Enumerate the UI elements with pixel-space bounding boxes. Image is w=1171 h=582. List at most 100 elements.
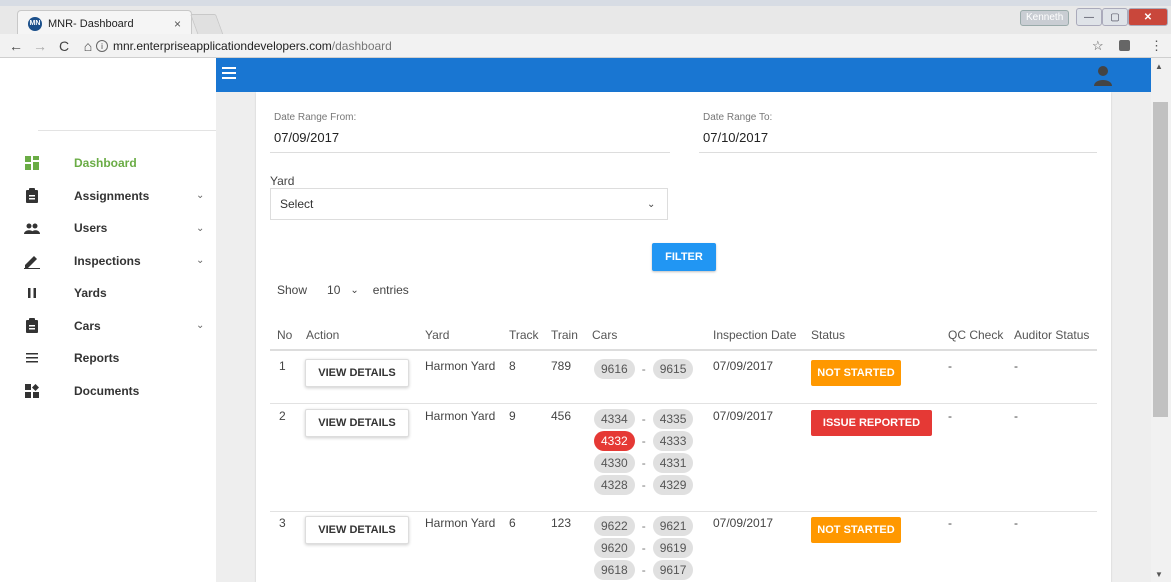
sidebar-item-users[interactable]: Users ⌄ [0, 212, 216, 245]
tab-close-icon[interactable]: × [174, 17, 181, 31]
th-inspection-date: Inspection Date [713, 328, 797, 342]
chevron-down-icon[interactable]: ⌄ [196, 255, 204, 266]
car-chip[interactable]: 4333 [652, 431, 694, 451]
row-qc-check: - [948, 359, 952, 373]
sidebar-item-assignments[interactable]: Assignments ⌄ [0, 180, 216, 213]
status-badge[interactable]: ISSUE REPORTED [811, 410, 932, 436]
scrollbar-thumb[interactable] [1153, 102, 1168, 417]
window-minimize-button[interactable]: — [1076, 8, 1102, 26]
app: Dashboard Assignments ⌄ Users ⌄ Inspections ⌄ Y… [0, 58, 1171, 582]
url-path: /dashboard [331, 39, 392, 53]
row-train: 789 [551, 359, 572, 373]
car-chip[interactable]: 4332 [594, 431, 635, 451]
row-track: 6 [509, 516, 516, 530]
row-auditor-status: - [1014, 359, 1018, 373]
home-icon[interactable]: ⌂ [80, 38, 96, 54]
yard-select[interactable]: Select ⌄ [270, 188, 668, 220]
car-pair: 9620-9619 [594, 538, 694, 558]
car-chip[interactable]: 9619 [652, 538, 694, 558]
car-chip[interactable]: 9617 [652, 560, 694, 580]
th-no: No [277, 328, 293, 342]
chevron-down-icon[interactable]: ⌄ [196, 223, 204, 234]
date-to-input[interactable]: 07/10/2017 [703, 130, 768, 145]
car-chip[interactable]: 9620 [594, 538, 635, 558]
row-yard: Harmon Yard [425, 516, 496, 530]
browser-tab[interactable]: MN MNR- Dashboard × [17, 10, 192, 36]
car-pair: 9618-9617 [594, 560, 694, 580]
view-details-button[interactable]: VIEW DETAILS [305, 516, 409, 544]
car-pair: 4332-4333 [594, 431, 694, 451]
new-tab-button[interactable] [189, 14, 225, 36]
pencil-icon [24, 253, 40, 269]
info-icon[interactable]: i [96, 40, 108, 52]
car-chip[interactable]: 4334 [594, 409, 635, 429]
filter-button[interactable]: FILTER [652, 243, 716, 271]
car-dash: - [641, 362, 646, 376]
row-inspection-date: 07/09/2017 [713, 409, 774, 423]
yard-label: Yard [270, 174, 295, 188]
th-train: Train [551, 328, 578, 342]
chevron-down-icon[interactable]: ⌄ [196, 190, 204, 201]
address-bar[interactable]: i mnr.enterpriseapplicationdevelopers.co… [96, 36, 1096, 56]
chevron-down-icon: ⌄ [647, 198, 656, 210]
chevron-down-icon[interactable]: ⌄ [196, 320, 204, 331]
row-number: 2 [279, 409, 286, 423]
sidebar-item-label: Inspections [74, 253, 141, 268]
reload-icon[interactable]: C [56, 38, 72, 54]
sidebar-item-label: Assignments [74, 188, 150, 203]
window-close-button[interactable]: ✕ [1128, 8, 1168, 26]
sidebar-item-yards[interactable]: Yards [0, 277, 216, 310]
sidebar-item-reports[interactable]: Reports [0, 342, 216, 375]
date-to-underline [699, 152, 1097, 153]
tab-title: MNR- Dashboard [48, 17, 134, 30]
user-avatar-icon[interactable] [1092, 64, 1114, 86]
window-maximize-button[interactable]: ▢ [1102, 8, 1128, 26]
entries-value: 10 [327, 283, 341, 297]
hamburger-menu-icon[interactable] [222, 67, 236, 81]
scroll-up-arrow-icon[interactable]: ▲ [1155, 62, 1163, 71]
sidebar-item-cars[interactable]: Cars ⌄ [0, 310, 216, 343]
view-details-button[interactable]: VIEW DETAILS [305, 409, 409, 437]
scroll-down-arrow-icon[interactable]: ▼ [1155, 570, 1163, 579]
car-chip[interactable]: 4329 [652, 475, 694, 495]
sidebar-nav: Dashboard Assignments ⌄ Users ⌄ Inspections ⌄ Y… [0, 147, 216, 407]
clipboard-icon [24, 318, 40, 334]
car-chip[interactable]: 4335 [652, 409, 694, 429]
car-chip[interactable]: 9622 [594, 516, 635, 536]
view-details-button[interactable]: VIEW DETAILS [305, 359, 409, 387]
car-chip[interactable]: 4330 [594, 453, 635, 473]
car-chip[interactable]: 4331 [652, 453, 694, 473]
sidebar: Dashboard Assignments ⌄ Users ⌄ Inspections ⌄ Y… [0, 58, 216, 582]
entries-select[interactable]: 10 ⌄ [327, 283, 359, 297]
car-chip[interactable]: 9621 [652, 516, 694, 536]
sidebar-item-documents[interactable]: Documents [0, 375, 216, 408]
bookmark-star-icon[interactable]: ☆ [1092, 38, 1104, 54]
table-row-divider [270, 511, 1097, 512]
car-dash: - [641, 412, 646, 426]
browser-menu-icon[interactable]: ⋮ [1150, 38, 1163, 54]
car-dash: - [641, 456, 646, 470]
car-chip[interactable]: 9615 [652, 359, 694, 379]
car-dash: - [641, 541, 646, 555]
date-from-underline [270, 152, 670, 153]
show-label: Show [277, 283, 308, 297]
window-user-chip[interactable]: Kenneth [1020, 10, 1070, 26]
car-chip[interactable]: 4328 [594, 475, 635, 495]
sidebar-item-dashboard[interactable]: Dashboard [0, 147, 216, 180]
sidebar-item-inspections[interactable]: Inspections ⌄ [0, 245, 216, 278]
th-yard: Yard [425, 328, 450, 342]
status-badge[interactable]: NOT STARTED [811, 517, 901, 543]
sidebar-item-label: Reports [74, 351, 120, 366]
status-badge[interactable]: NOT STARTED [811, 360, 901, 386]
sidebar-divider [38, 130, 216, 131]
th-track: Track [509, 328, 539, 342]
date-from-input[interactable]: 07/09/2017 [274, 130, 339, 145]
back-arrow-icon[interactable]: ← [8, 38, 24, 54]
car-chip[interactable]: 9616 [594, 359, 635, 379]
extension-icon[interactable] [1119, 40, 1130, 51]
car-dash: - [641, 434, 646, 448]
forward-arrow-icon[interactable]: → [32, 38, 48, 54]
row-yard: Harmon Yard [425, 359, 496, 373]
table-header-divider [270, 349, 1097, 351]
car-chip[interactable]: 9618 [594, 560, 635, 580]
